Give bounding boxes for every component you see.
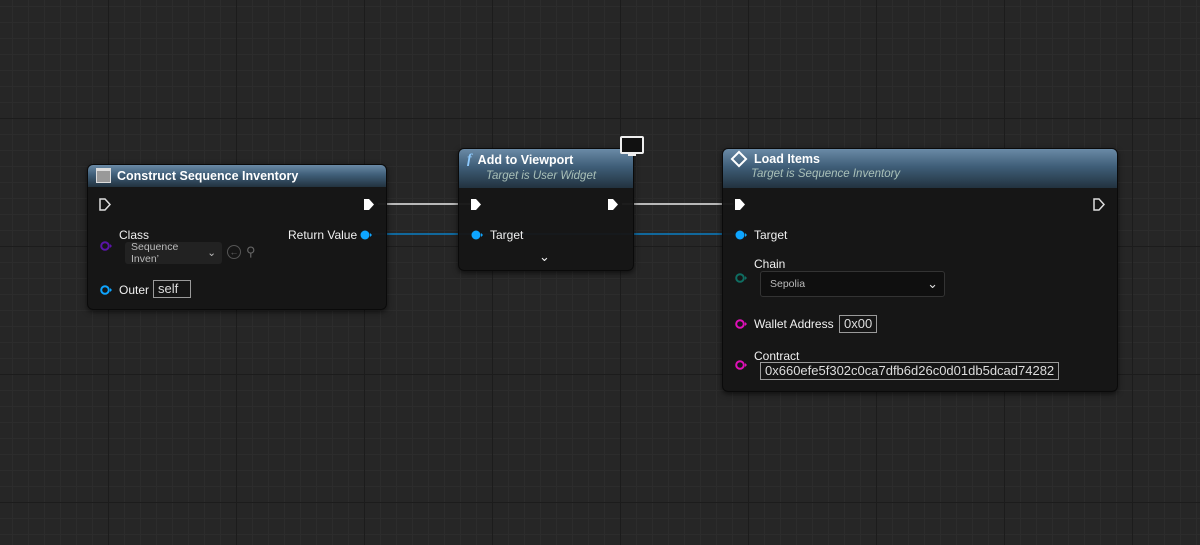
node-construct-sequence-inventory[interactable]: Construct Sequence Inventory Class Seque… <box>87 164 387 310</box>
expand-chevron-icon[interactable]: ⌄ <box>539 249 550 265</box>
target-pin[interactable] <box>471 230 483 240</box>
class-label: Class <box>119 228 150 242</box>
contract-input[interactable]: 0x660efe5f302c0ca7dfb6d26c0d01db5dcad742… <box>760 362 1060 380</box>
exec-out-pin[interactable] <box>607 198 619 211</box>
search-icon[interactable]: ⚲ <box>246 244 256 260</box>
contract-pin[interactable] <box>735 360 747 370</box>
chain-dropdown[interactable]: Sepolia ⌄ <box>760 271 945 297</box>
outer-input[interactable]: self <box>153 280 191 298</box>
wallet-address-pin[interactable] <box>735 319 747 329</box>
return-value-label: Return Value <box>288 228 358 242</box>
node-subtitle: Target is Sequence Inventory <box>751 168 901 180</box>
node-title: Construct Sequence Inventory <box>117 168 299 183</box>
exec-in-pin[interactable] <box>734 198 746 211</box>
monitor-icon <box>620 136 644 156</box>
target-pin[interactable] <box>735 230 747 240</box>
window-icon <box>96 168 111 183</box>
return-value-pin[interactable] <box>360 230 372 240</box>
node-header: f Add to Viewport Target is User Widget <box>459 149 633 188</box>
node-load-items[interactable]: Load Items Target is Sequence Inventory … <box>722 148 1118 392</box>
class-dropdown[interactable]: Sequence Inven’ ⌄ <box>125 241 222 265</box>
outer-pin[interactable] <box>100 285 112 295</box>
node-add-to-viewport[interactable]: f Add to Viewport Target is User Widget T… <box>458 148 634 271</box>
node-header: Load Items Target is Sequence Inventory <box>723 149 1117 188</box>
wallet-address-label: Wallet Address <box>754 317 834 331</box>
exec-out-pin[interactable] <box>363 198 375 211</box>
function-icon: f <box>467 152 472 167</box>
chevron-down-icon: ⌄ <box>927 276 938 291</box>
exec-in-pin[interactable] <box>470 198 482 211</box>
class-pin[interactable] <box>100 241 112 251</box>
wallet-address-input[interactable]: 0x00 <box>839 315 878 333</box>
node-title: Load Items <box>754 152 820 166</box>
exec-in-pin[interactable] <box>99 198 111 211</box>
node-header: Construct Sequence Inventory <box>88 165 386 187</box>
outer-label: Outer <box>119 283 150 297</box>
chevron-down-icon: ⌄ <box>207 247 216 259</box>
chain-pin[interactable] <box>735 273 747 283</box>
target-label: Target <box>754 228 788 242</box>
node-subtitle: Target is User Widget <box>486 170 597 182</box>
diamond-icon <box>730 150 748 168</box>
exec-out-pin[interactable] <box>1093 198 1105 211</box>
contract-label: Contract <box>754 349 800 363</box>
node-title: Add to Viewport <box>477 153 574 167</box>
use-selected-icon[interactable]: ← <box>227 245 241 259</box>
chain-label: Chain <box>754 257 786 271</box>
target-label: Target <box>490 228 524 242</box>
